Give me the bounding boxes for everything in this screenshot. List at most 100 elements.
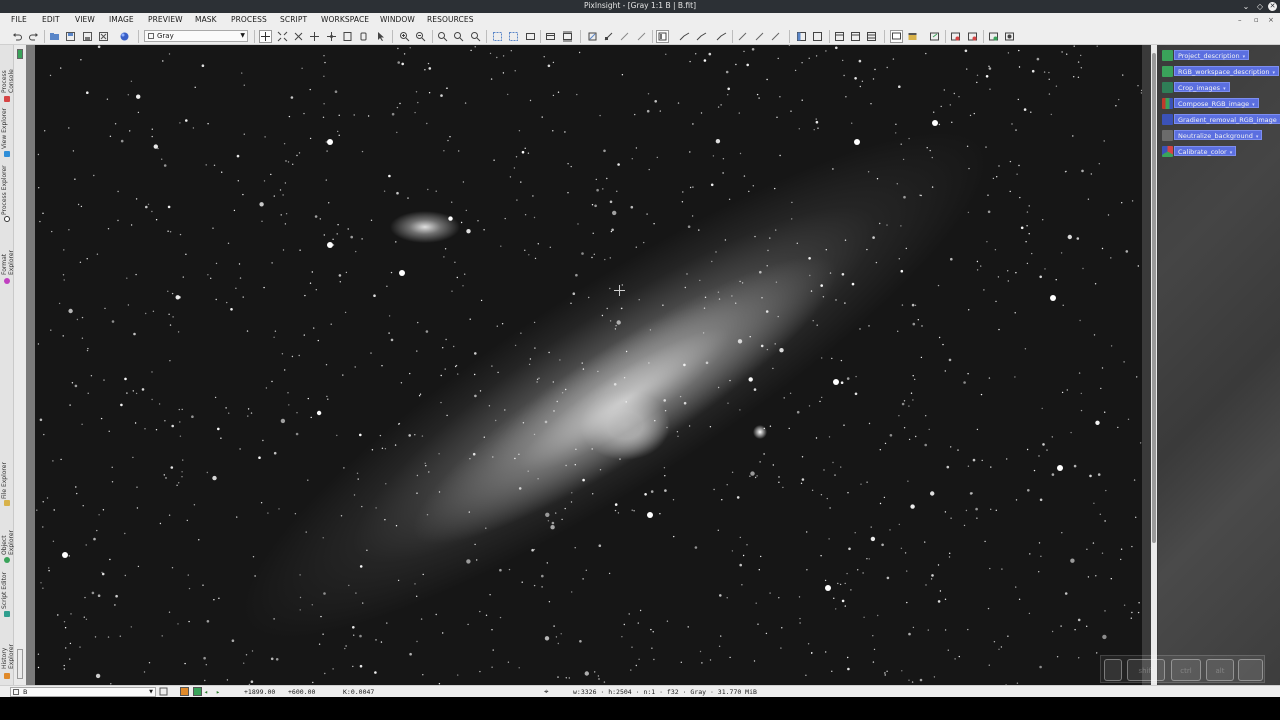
key-ctrl: ctrl: [1171, 659, 1201, 681]
zoom-in-icon[interactable]: [399, 31, 410, 42]
channel-g-icon[interactable]: [754, 31, 765, 42]
play-back-icon[interactable]: ◂: [204, 688, 208, 696]
menu-script[interactable]: SCRIPT: [280, 15, 307, 24]
readout-mode-icon[interactable]: [180, 687, 189, 696]
view-menu-icon[interactable]: [159, 687, 168, 696]
panel-left-icon[interactable]: [796, 31, 807, 42]
channel-r-icon[interactable]: [737, 31, 748, 42]
process-icon-compose-rgb-image[interactable]: Compose_RGB_image: [1162, 97, 1259, 109]
save-icon[interactable]: [65, 31, 76, 42]
stf-auto-icon[interactable]: [696, 31, 707, 42]
zoom-out-icon[interactable]: [415, 31, 426, 42]
restore-window-button[interactable]: ◇: [1254, 0, 1266, 13]
layout-3-icon[interactable]: [866, 31, 877, 42]
process-icon-gradient-removal-rgb-image[interactable]: Gradient_removal_RGB_image: [1162, 113, 1280, 125]
preview-edit-icon[interactable]: [508, 31, 519, 42]
process-icon-crop-images[interactable]: Crop_images: [1162, 81, 1230, 93]
fit-horizontal-icon[interactable]: [545, 31, 556, 42]
stf-icon[interactable]: [679, 31, 690, 42]
tab-file-explorer[interactable]: File Explorer: [1, 459, 13, 499]
tab-view-explorer[interactable]: View Explorer: [1, 107, 13, 149]
preview-select-icon[interactable]: [525, 31, 536, 42]
zoom-fit-icon[interactable]: [277, 31, 288, 42]
process-icon-rgb-workspace-description[interactable]: RGB_workspace_description: [1162, 65, 1279, 77]
vertical-scrollbar[interactable]: [1142, 45, 1158, 685]
menu-resources[interactable]: RESOURCES: [427, 15, 474, 24]
window-tile-icon[interactable]: [967, 31, 978, 42]
process-icon-project-description[interactable]: Project_description: [1162, 49, 1250, 61]
menu-image[interactable]: IMAGE: [109, 15, 134, 24]
open-file-icon[interactable]: [49, 31, 60, 42]
stf-mode-icon[interactable]: [193, 687, 202, 696]
menu-workspace[interactable]: WORKSPACE: [321, 15, 369, 24]
expand-icon[interactable]: [293, 31, 304, 42]
tab-process-console[interactable]: Process Console: [1, 48, 15, 93]
move-cursor-icon[interactable]: [259, 30, 272, 43]
channel-b-icon[interactable]: [770, 31, 781, 42]
scrollbar-thumb[interactable]: [1152, 53, 1156, 543]
image-view[interactable]: [35, 45, 1142, 685]
close-window-button[interactable]: ✕: [1268, 2, 1277, 11]
menu-process[interactable]: PROCESS: [231, 15, 267, 24]
fit-vertical-icon[interactable]: [562, 31, 573, 42]
play-forward-icon[interactable]: ▸: [216, 688, 220, 696]
screen-icon[interactable]: [890, 30, 903, 43]
dock-resize-handle[interactable]: [17, 649, 23, 679]
mask-invert-icon[interactable]: [619, 31, 630, 42]
compose-rgb-image-icon: [1162, 97, 1173, 109]
process-icon[interactable]: [119, 31, 130, 42]
screenshot-icon[interactable]: [988, 31, 999, 42]
view-mode-value: Gray: [157, 32, 174, 40]
process-icon-calibrate-color[interactable]: Calibrate_color: [1162, 145, 1237, 157]
menu-preview[interactable]: PREVIEW: [148, 15, 183, 24]
redo-icon[interactable]: [28, 31, 39, 42]
toolbar-separator: [580, 30, 581, 43]
pan-icon[interactable]: [309, 31, 320, 42]
close-image-icon[interactable]: [98, 31, 109, 42]
menu-file[interactable]: FILE: [11, 15, 27, 24]
status-view-select[interactable]: B ▼: [10, 687, 156, 697]
process-icon-neutralize-background[interactable]: Neutralize_background: [1162, 129, 1263, 141]
format-explorer-icon: [4, 278, 10, 284]
mask-icon[interactable]: [587, 31, 598, 42]
display-channel-icon[interactable]: [656, 30, 669, 43]
menu-view[interactable]: VIEW: [75, 15, 95, 24]
tab-object-explorer[interactable]: Object Explorer: [1, 511, 15, 555]
readout-icon[interactable]: [342, 31, 353, 42]
view-mode-select[interactable]: Gray ▼: [144, 30, 248, 42]
mdi-minimize-button[interactable]: –: [1238, 16, 1242, 24]
readout-y: +600.00: [288, 688, 316, 696]
zoom-fit-view-icon[interactable]: [470, 31, 481, 42]
hand-icon[interactable]: [358, 31, 369, 42]
zoom-1-1-icon[interactable]: [437, 31, 448, 42]
pointer-icon[interactable]: [375, 31, 386, 42]
mdi-close-button[interactable]: ×: [1268, 16, 1274, 24]
window-cascade-icon[interactable]: [950, 31, 961, 42]
process-icon-label: Neutralize_background: [1174, 130, 1263, 140]
status-view-name: B: [23, 688, 28, 696]
layout-1-icon[interactable]: [834, 31, 845, 42]
settings-icon[interactable]: [1004, 31, 1015, 42]
stf-reset-icon[interactable]: [716, 31, 727, 42]
export-icon[interactable]: [929, 31, 940, 42]
zoom-fit-window-icon[interactable]: [453, 31, 464, 42]
tab-script-editor[interactable]: Script Editor: [1, 569, 13, 609]
mask-show-icon[interactable]: [603, 31, 614, 42]
pan-alt-icon[interactable]: [326, 31, 337, 42]
layout-2-icon[interactable]: [850, 31, 861, 42]
mask-enable-icon[interactable]: [636, 31, 647, 42]
preview-new-icon[interactable]: [492, 31, 503, 42]
save-as-icon[interactable]: [82, 31, 93, 42]
tab-history-explorer[interactable]: History Explorer: [1, 623, 15, 669]
minimize-window-button[interactable]: ⌄: [1240, 0, 1252, 13]
menu-edit[interactable]: EDIT: [42, 15, 60, 24]
tab-process-explorer[interactable]: Process Explorer: [1, 163, 13, 215]
tab-format-explorer[interactable]: Format Explorer: [1, 227, 15, 275]
panel-right-icon[interactable]: [812, 31, 823, 42]
menu-window[interactable]: WINDOW: [380, 15, 415, 24]
undo-icon[interactable]: [12, 31, 23, 42]
mdi-restore-button[interactable]: ▫: [1254, 16, 1259, 24]
image-icon[interactable]: [907, 31, 918, 42]
menu-mask[interactable]: MASK: [195, 15, 217, 24]
crosshair-readout-icon[interactable]: ⌖: [544, 687, 549, 697]
